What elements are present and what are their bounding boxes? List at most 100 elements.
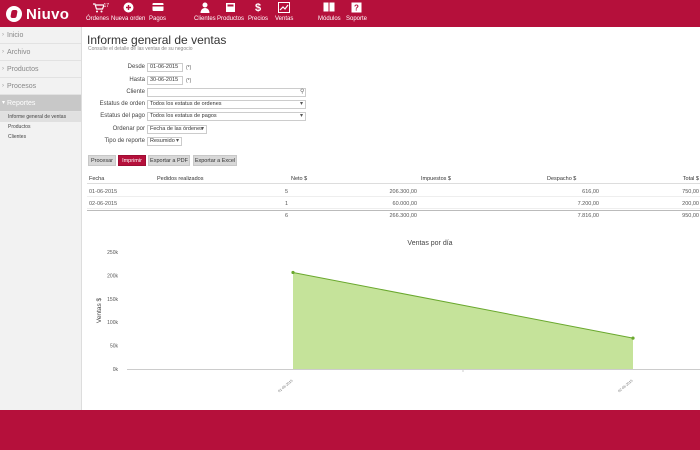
nav-label: Órdenes — [86, 16, 110, 22]
required-mark: (*) — [186, 78, 192, 84]
y-tick-label: 250k — [107, 250, 118, 256]
sidebar-item-inicio[interactable]: › Inicio — [0, 27, 81, 44]
page-title: Informe general de ventas — [87, 33, 227, 47]
credit-card-icon — [152, 2, 164, 15]
chevron-right-icon: › — [2, 66, 4, 72]
search-icon[interactable]: ⚲ — [300, 88, 304, 95]
nav-label: Productos — [217, 16, 245, 22]
nav-clientes[interactable]: Clientes — [194, 2, 216, 26]
nav-soporte[interactable]: ? Soporte — [346, 2, 367, 26]
cell-despacho: 616,00 — [582, 189, 599, 195]
y-tick-label: 100k — [107, 320, 118, 326]
nav-ordenes[interactable]: 17 Órdenes — [86, 2, 109, 26]
nav-precios[interactable]: $ Precios — [248, 2, 268, 26]
col-header-pedidos: Pedidos realizados — [157, 176, 204, 182]
ordenar-select[interactable]: Fecha de las órdenes — [147, 125, 207, 134]
nav-label: Clientes — [194, 16, 216, 22]
tipo-reporte-label: Tipo de reporte — [104, 138, 145, 144]
cell-fecha: 02-06-2015 — [89, 201, 118, 207]
cell-neto: 206.300,00 — [389, 189, 417, 195]
chevron-right-icon: › — [2, 32, 4, 38]
select-value: Todos los estatus de ordenes — [150, 101, 222, 107]
y-axis-label: Ventas $ — [96, 297, 103, 323]
nav-label: Ventas — [275, 16, 294, 22]
cart-icon: 17 — [92, 2, 109, 15]
total-neto: 266.300,00 — [389, 213, 417, 219]
col-header-despacho: Despacho $ — [547, 176, 577, 182]
export-excel-button[interactable]: Exportar a Excel — [193, 155, 237, 166]
nav-pagos[interactable]: Pagos — [149, 2, 166, 26]
page-subtitle: Consulte el detalle de las ventas de su … — [88, 46, 193, 52]
sidebar-subitem-productos[interactable]: Productos — [0, 122, 81, 132]
cell-total: 200,00 — [682, 201, 699, 207]
ordenar-label: Ordenar por — [112, 126, 145, 132]
tipo-reporte-select[interactable]: Resumido — [147, 137, 182, 146]
y-tick-label: 50k — [110, 344, 119, 350]
col-header-total: Total $ — [682, 176, 699, 182]
estatus-orden-label: Estatus de orden — [99, 101, 145, 107]
select-value: Todos los estatus de pagos — [150, 113, 217, 119]
x-tick-label: 01-06-2015 — [277, 379, 293, 394]
new-order-icon — [123, 2, 134, 15]
cliente-input[interactable] — [147, 88, 306, 97]
total-pedidos: 6 — [284, 213, 288, 219]
dollar-icon: $ — [254, 2, 262, 14]
estatus-pago-label: Estatus del pago — [100, 113, 145, 119]
cell-pedidos: 5 — [284, 189, 288, 195]
estatus-pago-select[interactable]: Todos los estatus de pagos — [147, 112, 306, 121]
total-total: 950,00 — [682, 213, 699, 219]
chevron-right-icon: › — [2, 83, 4, 89]
col-header-neto: Neto $ — [291, 176, 308, 182]
sidebar-subitem-informe-ventas[interactable]: Informe general de ventas — [0, 112, 81, 122]
required-mark: (*) — [186, 65, 192, 71]
modules-icon — [323, 2, 335, 15]
col-header-impuestos: Impuestos $ — [421, 176, 451, 182]
nav-modulos[interactable]: Módulos — [318, 2, 341, 26]
nav-productos[interactable]: Productos — [217, 2, 244, 26]
procesar-button[interactable]: Procesar — [88, 155, 116, 166]
select-value: Resumido — [150, 138, 175, 144]
help-icon: ? — [351, 2, 362, 15]
nav-label: Nueva orden — [111, 16, 146, 22]
sidebar-item-archivo[interactable]: › Archivo — [0, 44, 81, 61]
niuvo-logo-icon — [6, 6, 22, 22]
main-content: Informe general de ventas Consulte el de… — [87, 27, 700, 410]
orders-count-badge: 17 — [103, 3, 110, 9]
brand-logo[interactable]: Niuvo — [6, 5, 69, 23]
sidebar-subitem-clientes[interactable]: Clientes — [0, 132, 81, 142]
sidebar-item-label: Reportes — [7, 100, 36, 107]
cell-fecha: 01-06-2015 — [89, 189, 118, 195]
sidebar-item-label: Archivo — [7, 49, 31, 56]
hasta-date-input[interactable]: 30-06-2015 — [147, 76, 183, 85]
cliente-label: Cliente — [126, 89, 145, 95]
imprimir-button[interactable]: Imprimir — [118, 155, 146, 166]
cell-neto: 60.000,00 — [392, 201, 417, 207]
cell-pedidos: 1 — [284, 201, 288, 207]
nav-nueva-orden[interactable]: Nueva orden — [111, 2, 145, 26]
y-tick-label: 150k — [107, 297, 118, 303]
nav-label: Módulos — [318, 16, 341, 22]
desde-date-input[interactable]: 01-06-2015 — [147, 63, 183, 72]
footer-bar — [0, 410, 700, 450]
sidebar-item-label: Productos — [7, 66, 39, 73]
sidebar-item-procesos[interactable]: › Procesos — [0, 78, 81, 95]
hasta-label: Hasta — [129, 77, 145, 83]
sales-area-chart: Ventas por día Ventas $ 0k 50k 100k 150k 200k 2… — [96, 240, 700, 394]
export-pdf-button[interactable]: Exportar a PDF — [148, 155, 190, 166]
estatus-orden-select[interactable]: Todos los estatus de ordenes — [147, 100, 306, 109]
svg-text:?: ? — [354, 4, 359, 13]
y-tick-label: 0k — [113, 367, 119, 373]
total-despacho: 7.816,00 — [577, 213, 599, 219]
top-navbar: Niuvo 17 Órdenes Nueva orden Pagos Clien… — [0, 0, 700, 27]
chevron-right-icon: › — [2, 49, 4, 55]
col-header-fecha: Fecha — [89, 176, 105, 182]
sidebar-item-label: Inicio — [7, 32, 24, 39]
sidebar-item-reportes[interactable]: ▾ Reportes — [0, 95, 81, 112]
table-totals-row: 6 266.300,00 7.816,00 950,00 — [87, 210, 700, 220]
data-point — [631, 336, 635, 340]
select-value: Fecha de las órdenes — [150, 126, 203, 132]
user-icon — [200, 2, 210, 15]
nav-ventas[interactable]: Ventas — [275, 2, 293, 26]
chart-title: Ventas por día — [407, 240, 452, 247]
sidebar-item-productos[interactable]: › Productos — [0, 61, 81, 78]
